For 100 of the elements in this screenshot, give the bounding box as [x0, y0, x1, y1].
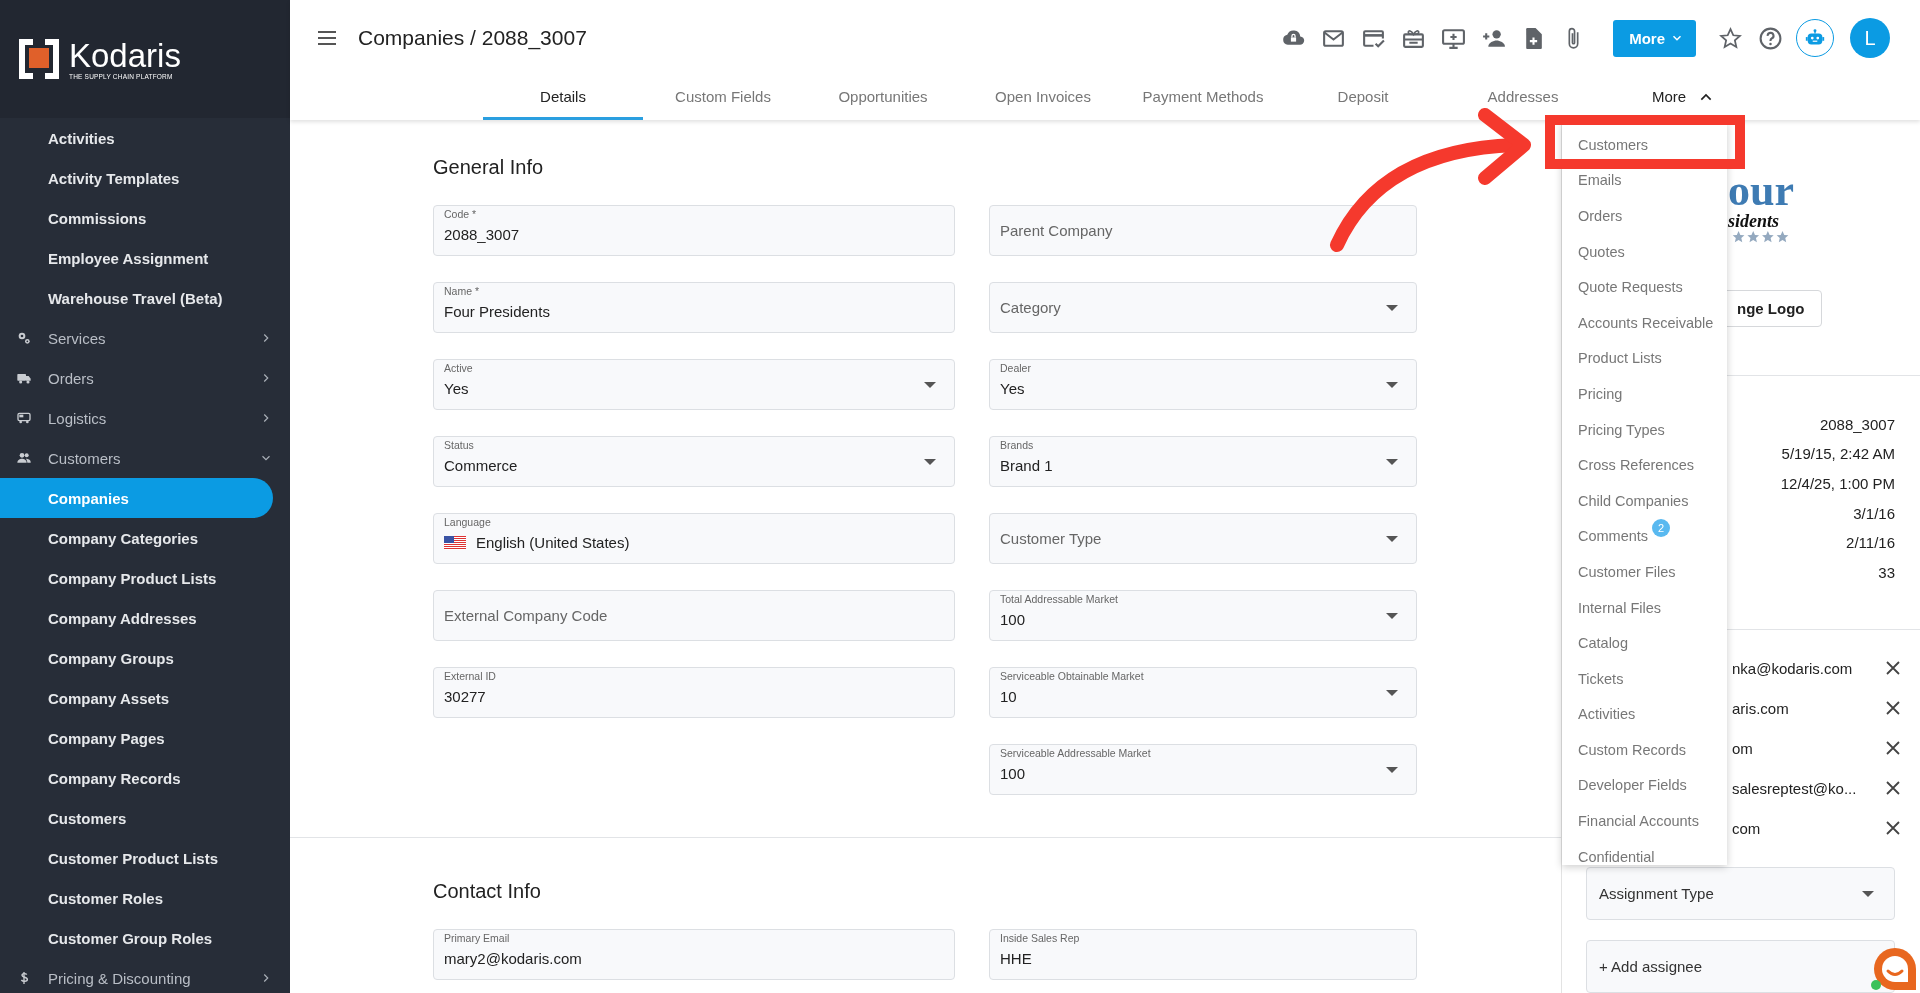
- logo-icon: [17, 37, 61, 81]
- sidebar-item[interactable]: Activities: [0, 118, 273, 158]
- detail-value: 3/1/16: [1853, 503, 1895, 524]
- sidebar-item[interactable]: Company Categories: [0, 518, 273, 558]
- sidebar-item[interactable]: Customer Group Roles: [0, 918, 273, 958]
- section-heading: General Info: [433, 155, 545, 180]
- dropdown-field[interactable]: Serviceable Obtainable Market 10: [989, 667, 1417, 718]
- dropdown-arrow-icon: [1386, 765, 1398, 774]
- text-field[interactable]: Inside Sales Rep HHE: [989, 929, 1417, 980]
- dropdown-arrow-icon: [924, 457, 936, 466]
- dropdown-field[interactable]: Status Commerce: [433, 436, 955, 487]
- tab[interactable]: Open Invoices: [963, 76, 1123, 120]
- flag-icon: [444, 535, 466, 550]
- text-field[interactable]: External Company Code: [433, 590, 955, 641]
- menu-item[interactable]: Orders: [1562, 198, 1727, 234]
- page-title: Companies / 2088_3007: [358, 26, 588, 50]
- detail-value: 2/11/16: [1846, 533, 1895, 554]
- dropdown-field[interactable]: Category: [989, 282, 1417, 333]
- tab[interactable]: Addresses: [1443, 76, 1603, 120]
- text-field[interactable]: Code * 2088_3007: [433, 205, 955, 256]
- menu-item[interactable]: Catalog: [1562, 625, 1727, 661]
- brand-name: Kodaris: [69, 38, 181, 73]
- menu-item[interactable]: Tickets: [1562, 660, 1727, 697]
- sidebar-group[interactable]: Services: [0, 318, 273, 358]
- sidebar-item[interactable]: Company Records: [0, 758, 273, 798]
- detail-value: 2088_3007: [1819, 414, 1895, 435]
- gears-icon: [16, 330, 32, 346]
- sidebar-item[interactable]: Customers: [0, 798, 273, 838]
- sidebar-item[interactable]: Company Assets: [0, 678, 273, 718]
- tab[interactable]: Deposit: [1283, 76, 1443, 120]
- sidebar-item[interactable]: Warehouse Travel (Beta): [0, 278, 273, 318]
- dropdown-field[interactable]: Dealer Yes: [989, 359, 1417, 410]
- menu-item[interactable]: Activities: [1562, 696, 1727, 733]
- menu-item[interactable]: Product Lists: [1562, 340, 1727, 377]
- tab[interactable]: Details: [483, 76, 643, 120]
- email-address: aris.com: [1732, 699, 1790, 717]
- menu-item[interactable]: Comments 2: [1562, 518, 1727, 555]
- detail-value: 33: [1878, 562, 1895, 583]
- sidebar-item[interactable]: Company Pages: [0, 718, 273, 758]
- menu-item[interactable]: Quotes: [1562, 233, 1727, 270]
- menu-item[interactable]: Developer Fields: [1562, 767, 1727, 804]
- sidebar-item[interactable]: Company Groups: [0, 638, 273, 678]
- menu-item[interactable]: Customer Files: [1562, 554, 1727, 590]
- menu-item[interactable]: Confidential: [1562, 838, 1727, 865]
- tab[interactable]: Opportunities: [803, 76, 963, 120]
- dropdown-field[interactable]: Assignment Type: [1586, 867, 1895, 921]
- section-heading: Contact Info: [433, 879, 542, 904]
- more-tab[interactable]: More: [1603, 76, 1763, 120]
- sidebar-group[interactable]: Logistics: [0, 398, 273, 438]
- dropdown-arrow-icon: [924, 380, 936, 389]
- logo-text: our: [1728, 171, 1794, 211]
- dropdown-field[interactable]: Customer Type: [989, 513, 1417, 564]
- car-icon: [16, 410, 32, 426]
- dropdown-field[interactable]: Serviceable Addressable Market 100: [989, 744, 1417, 795]
- sidebar-item[interactable]: Customer Product Lists: [0, 838, 273, 878]
- language-field[interactable]: Language English (United States): [433, 513, 955, 564]
- sidebar-group[interactable]: Pricing & Discounting: [0, 958, 273, 993]
- detail-value: 12/4/25, 1:00 PM: [1780, 474, 1895, 495]
- text-field[interactable]: Primary Email mary2@kodaris.com: [433, 929, 955, 980]
- detail-value: 5/19/15, 2:42 AM: [1781, 444, 1895, 465]
- email-address: salesreptest@ko...: [1732, 779, 1858, 797]
- dropdown-field[interactable]: Brands Brand 1: [989, 436, 1417, 487]
- menu-item[interactable]: Pricing Types: [1562, 411, 1727, 448]
- menu-item[interactable]: Pricing: [1562, 376, 1727, 412]
- dropdown-arrow-icon: [1386, 688, 1398, 697]
- sidebar-item[interactable]: Customer Roles: [0, 878, 273, 918]
- sidebar-item[interactable]: Employee Assignment: [0, 238, 273, 278]
- sidebar-item[interactable]: Activity Templates: [0, 158, 273, 198]
- logo-text: sidents: [1728, 211, 1779, 231]
- menu-item[interactable]: Cross References: [1562, 447, 1727, 483]
- dropdown-arrow-icon: [1386, 611, 1398, 620]
- dropdown-arrow-icon: [1386, 303, 1398, 312]
- menu-item[interactable]: Internal Files: [1562, 589, 1727, 626]
- dropdown-field[interactable]: Active Yes: [433, 359, 955, 410]
- dropdown-arrow-icon: [1862, 889, 1874, 898]
- menu-item[interactable]: Financial Accounts: [1562, 803, 1727, 839]
- add-assignee-field[interactable]: + Add assignee: [1586, 940, 1895, 993]
- tab[interactable]: Custom Fields: [643, 76, 803, 120]
- dropdown-arrow-icon: [1386, 380, 1398, 389]
- sidebar-group[interactable]: Customers: [0, 438, 273, 478]
- menu-item[interactable]: Custom Records: [1562, 732, 1727, 768]
- email-address: nka@kodaris.com: [1732, 659, 1854, 677]
- text-field[interactable]: Parent Company: [989, 205, 1417, 256]
- text-field[interactable]: Name * Four Presidents: [433, 282, 955, 333]
- dropdown-arrow-icon: [1386, 457, 1398, 466]
- sidebar-group[interactable]: Orders: [0, 358, 273, 398]
- sidebar-item[interactable]: Company Product Lists: [0, 558, 273, 598]
- dropdown-field[interactable]: Total Addressable Market 100: [989, 590, 1417, 641]
- count-badge: 2: [1652, 518, 1670, 537]
- sidebar-item[interactable]: Company Addresses: [0, 598, 273, 638]
- star-icon[interactable]: [1716, 24, 1744, 52]
- sidebar-item[interactable]: Commissions: [0, 198, 273, 238]
- menu-item[interactable]: Customers: [1562, 127, 1727, 163]
- menu-item[interactable]: Emails: [1562, 162, 1727, 199]
- email-address: om: [1732, 739, 1754, 757]
- text-field[interactable]: External ID 30277: [433, 667, 955, 718]
- menu-item[interactable]: Child Companies: [1562, 482, 1727, 519]
- tab[interactable]: Payment Methods: [1123, 76, 1283, 120]
- dropdown-arrow-icon: [1386, 534, 1398, 543]
- people-icon: [16, 450, 32, 466]
